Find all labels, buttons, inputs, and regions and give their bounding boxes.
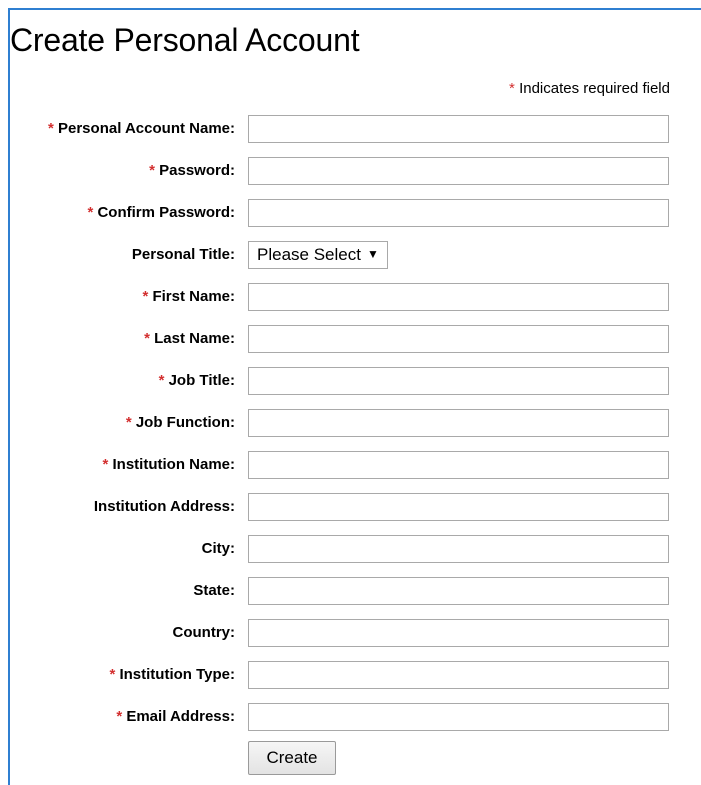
required-star: * [149, 162, 155, 179]
form-row-job-title: * Job Title: [0, 367, 701, 395]
institution-type-label: * Institution Type: [109, 666, 235, 683]
required-note-text: Indicates required field [519, 80, 670, 97]
institution-name-label: * Institution Name: [102, 456, 235, 473]
personal-title-select[interactable]: Please Select ▼ [248, 241, 388, 269]
job-title-label-text: Job Title: [168, 372, 235, 389]
job-title-label: * Job Title: [159, 372, 235, 389]
form-row-institution-type: * Institution Type: [0, 661, 701, 689]
country-label: Country: [173, 624, 236, 641]
required-star: * [125, 414, 132, 431]
personal-title-selected-value: Please Select [257, 245, 361, 264]
last-name-input[interactable] [248, 325, 669, 353]
password-input[interactable] [248, 157, 669, 185]
last-name-label: * Last Name: [144, 330, 235, 347]
first-name-label: * First Name: [142, 288, 235, 305]
email-address-label: * Email Address: [116, 708, 235, 725]
form-row-password: * Password: [0, 157, 701, 185]
required-field-note: * Indicates required field [509, 80, 670, 97]
form-row-state: State: [0, 577, 701, 605]
required-star: * [158, 372, 165, 389]
create-button[interactable]: Create [248, 741, 336, 775]
last-name-label-text: Last Name: [154, 330, 235, 347]
required-star: * [144, 330, 150, 347]
email-address-label-text: Email Address: [126, 708, 235, 725]
institution-address-label-text: Institution Address: [93, 498, 235, 515]
state-input[interactable] [248, 577, 669, 605]
city-input[interactable] [248, 535, 669, 563]
country-label-text: Country: [172, 624, 236, 641]
institution-address-input[interactable] [248, 493, 669, 521]
institution-name-label-text: Institution Name: [112, 456, 236, 473]
confirm-password-label-text: Confirm Password: [97, 204, 235, 221]
form-row-email-address: * Email Address: [0, 703, 701, 731]
institution-type-label-text: Institution Type: [119, 666, 235, 683]
required-star: * [47, 120, 54, 137]
confirm-password-input[interactable] [248, 199, 669, 227]
form-row-first-name: * First Name: [0, 283, 701, 311]
job-function-input[interactable] [248, 409, 669, 437]
state-label: State: [193, 582, 235, 599]
personal-title-label-text: Personal Title: [131, 246, 235, 263]
city-label-text: City: [201, 540, 235, 557]
required-star: * [116, 708, 123, 725]
form-row-institution-address: Institution Address: [0, 493, 701, 521]
form-row-last-name: * Last Name: [0, 325, 701, 353]
institution-address-label: Institution Address: [94, 498, 235, 515]
required-star: * [102, 456, 109, 473]
caret-down-icon: ▼ [366, 247, 379, 261]
form-row-country: Country: [0, 619, 701, 647]
email-address-input[interactable] [248, 703, 669, 731]
required-star: * [142, 288, 149, 305]
page-title: Create Personal Account [10, 22, 360, 58]
country-input[interactable] [248, 619, 669, 647]
required-star: * [509, 80, 515, 97]
job-title-input[interactable] [248, 367, 669, 395]
form-row-confirm-password: * Confirm Password: [0, 199, 701, 227]
required-star: * [109, 666, 116, 683]
confirm-password-label: * Confirm Password: [87, 204, 235, 221]
job-function-label: * Job Function: [126, 414, 235, 431]
job-function-label-text: Job Function: [135, 414, 235, 431]
first-name-label-text: First Name: [152, 288, 235, 305]
first-name-input[interactable] [248, 283, 669, 311]
form-row-personal-account-name: * Personal Account Name: [0, 115, 701, 143]
personal-account-name-input[interactable] [248, 115, 669, 143]
institution-type-input[interactable] [248, 661, 669, 689]
form-row-institution-name: * Institution Name: [0, 451, 701, 479]
required-star: * [87, 204, 94, 221]
content-frame-top-border [8, 8, 701, 10]
password-label-text: Password: [159, 162, 235, 179]
form-row-personal-title: Personal Title: Please Select ▼ [0, 241, 701, 269]
personal-title-label: Personal Title: [132, 246, 235, 263]
personal-account-name-label-text: Personal Account Name: [58, 120, 235, 137]
institution-name-input[interactable] [248, 451, 669, 479]
city-label: City: [202, 540, 235, 557]
password-label: * Password: [149, 162, 235, 179]
form-row-city: City: [0, 535, 701, 563]
form-row-job-function: * Job Function: [0, 409, 701, 437]
state-label-text: State: [193, 582, 235, 599]
personal-account-name-label: * Personal Account Name: [48, 120, 235, 137]
